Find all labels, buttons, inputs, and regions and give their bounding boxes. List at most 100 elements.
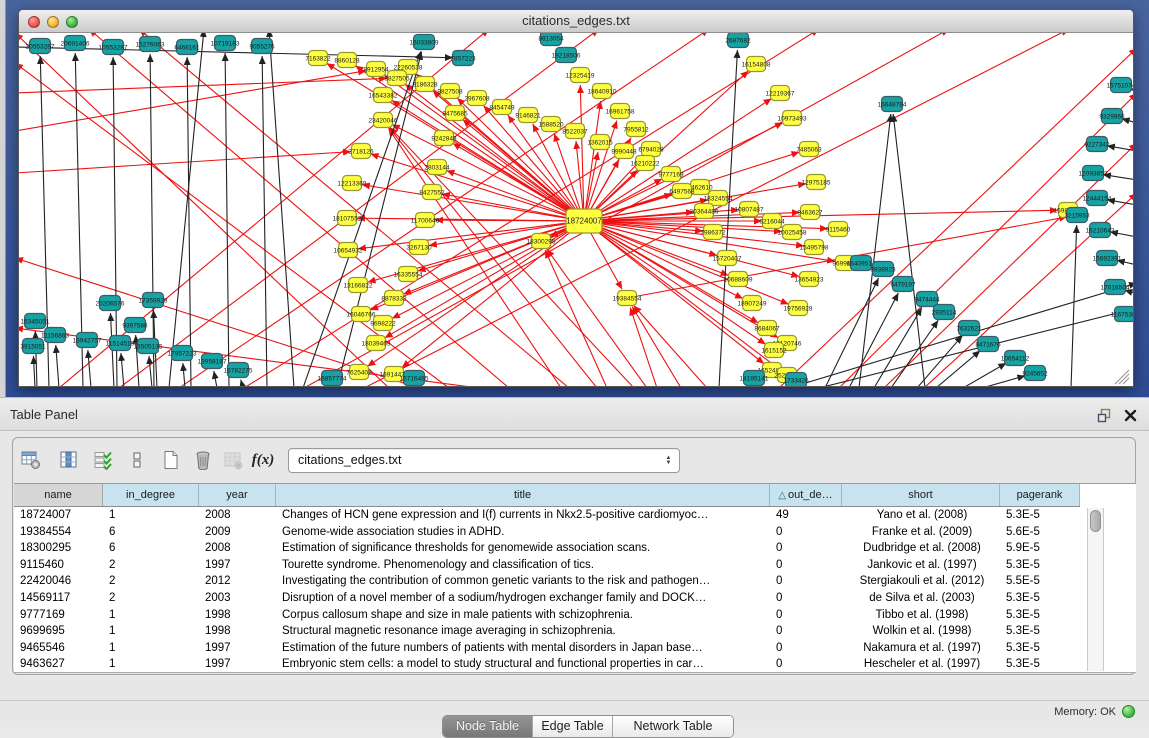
graph-node[interactable]: 20553287 — [26, 39, 55, 54]
graph-node[interactable]: 12219367 — [766, 86, 795, 101]
graph-node[interactable]: 17957223 — [168, 346, 197, 361]
float-window-icon[interactable] — [1095, 406, 1113, 424]
graph-node[interactable]: 9777169 — [658, 167, 684, 182]
graph-node[interactable]: 3915051 — [20, 339, 46, 354]
graph-node[interactable]: 9245652 — [1022, 366, 1048, 381]
vertical-scrollbar[interactable] — [1087, 508, 1104, 671]
graph-node[interactable]: 1733426 — [783, 373, 809, 387]
graph-node[interactable]: 9115460 — [826, 222, 851, 237]
graph-node[interactable]: 13942757 — [73, 333, 102, 348]
graph-node[interactable]: 7485063 — [796, 142, 822, 157]
graph-node[interactable]: 13958187 — [198, 354, 227, 369]
graph-node[interactable]: 8475685 — [442, 106, 468, 121]
graph-node[interactable]: 9990448 — [611, 144, 637, 159]
column-header-short[interactable]: short — [842, 484, 1000, 506]
graph-node[interactable]: 11514519 — [106, 336, 135, 351]
network-canvas[interactable]: 1872400771638228860128891295422260538982… — [19, 33, 1133, 386]
graph-node[interactable]: 9463627 — [797, 205, 823, 220]
graph-node[interactable]: 9329966 — [1099, 109, 1125, 124]
graph-node[interactable]: 16961758 — [606, 104, 635, 119]
graph-node[interactable]: 6466161 — [174, 40, 200, 55]
column-header-out_de[interactable]: △out_de… — [770, 484, 842, 506]
graph-node[interactable]: 7955812 — [623, 122, 649, 137]
graph-node[interactable]: 7857223 — [450, 51, 476, 66]
graph-node[interactable]: 16210222 — [631, 156, 660, 171]
graph-node[interactable]: 15751074 — [1107, 78, 1133, 93]
graph-node[interactable]: 15276063 — [136, 37, 165, 52]
graph-node[interactable]: 8860128 — [334, 53, 360, 68]
graph-node[interactable]: 11675301 — [1111, 307, 1133, 322]
minimize-window-button[interactable] — [47, 16, 59, 28]
graph-node[interactable]: 16857774 — [318, 371, 347, 386]
table-row[interactable]: 1872400712008Changes of HCN gene express… — [14, 507, 1080, 524]
graph-node[interactable]: 14195141 — [740, 371, 769, 386]
table-row[interactable]: 2242004622012Investigating the contribut… — [14, 573, 1080, 590]
table-row[interactable]: 1938455462009Genome-wide association stu… — [14, 524, 1080, 541]
graph-node[interactable]: 1615152 — [761, 343, 787, 358]
graph-node[interactable]: 9146821 — [515, 108, 541, 123]
close-icon[interactable] — [1121, 406, 1139, 424]
graph-node[interactable]: 15720407 — [713, 251, 742, 266]
graph-node[interactable]: 16782275 — [224, 363, 253, 378]
table-selector-dropdown[interactable]: citations_edges.txt ▲▼ — [288, 448, 680, 473]
graph-node[interactable]: 15495798 — [800, 240, 829, 255]
graph-node[interactable]: 9055276 — [249, 39, 275, 54]
window-titlebar[interactable]: citations_edges.txt — [19, 10, 1133, 33]
graph-node[interactable]: 10654112 — [1001, 351, 1030, 366]
column-header-name[interactable]: name — [14, 484, 103, 506]
graph-node[interactable]: 16648784 — [878, 97, 907, 112]
column-visibility-icon[interactable] — [55, 446, 83, 474]
graph-node[interactable]: 9227342 — [1084, 137, 1110, 152]
graph-node[interactable]: 16033809 — [410, 35, 439, 50]
graph-node[interactable]: 2687682 — [725, 33, 751, 48]
graph-node[interactable]: 2967608 — [464, 91, 490, 106]
merge-rows-icon[interactable] — [123, 446, 151, 474]
graph-node[interactable]: 16543382 — [369, 88, 398, 103]
graph-node[interactable]: 13166822 — [344, 278, 373, 293]
graph-node[interactable]: 19218506 — [552, 48, 581, 63]
graph-node[interactable]: 9242848 — [431, 131, 457, 146]
table-row[interactable]: 911546021997Tourette syndrome. Phenomeno… — [14, 557, 1080, 574]
table-row[interactable]: 977716911998Corpus callosum shape and si… — [14, 607, 1080, 624]
graph-node[interactable]: 12325419 — [566, 68, 595, 83]
graph-node[interactable]: 6497568 — [669, 184, 695, 199]
graph-node[interactable]: 6216044 — [759, 214, 785, 229]
graph-node[interactable]: 8878332 — [381, 291, 407, 306]
graph-node[interactable]: 3267130 — [406, 240, 432, 255]
zoom-window-button[interactable] — [66, 16, 78, 28]
graph-node[interactable]: 8938923 — [870, 262, 896, 277]
graph-node[interactable]: 7163822 — [305, 51, 331, 66]
graph-node[interactable]: 9397588 — [122, 318, 148, 333]
graph-node[interactable]: 8813054 — [538, 33, 564, 46]
graph-node[interactable]: 19384554 — [613, 291, 642, 306]
graph-node[interactable]: 16210643 — [1086, 223, 1115, 238]
column-header-in_degree[interactable]: in_degree — [103, 484, 199, 506]
table-settings-icon[interactable] — [17, 446, 45, 474]
graph-node[interactable]: 12975185 — [802, 175, 831, 190]
graph-node[interactable]: 6479197 — [890, 277, 916, 292]
graph-node[interactable]: 12444154 — [1083, 191, 1112, 206]
graph-node[interactable]: 8471676 — [975, 337, 1001, 352]
graph-node[interactable]: 17359928 — [139, 293, 168, 308]
graph-node[interactable]: 9698222 — [370, 316, 396, 331]
graph-node[interactable]: 10688609 — [724, 272, 753, 287]
table-row[interactable]: 946362711997Embryonic stem cells: a mode… — [14, 656, 1080, 673]
close-window-button[interactable] — [28, 16, 40, 28]
graph-node[interactable]: 1362015 — [587, 135, 613, 150]
graph-node[interactable]: 11156863 — [41, 328, 69, 343]
graph-node[interactable]: 20206576 — [96, 296, 125, 311]
column-header-pagerank[interactable]: pagerank — [1000, 484, 1080, 506]
graph-node[interactable]: 3215953 — [1064, 208, 1090, 223]
graph-node[interactable]: 8684067 — [754, 321, 780, 336]
graph-node[interactable]: 16345051 — [21, 314, 50, 329]
graph-node[interactable]: 17016504 — [1101, 280, 1130, 295]
table-row[interactable]: 1830029562008Estimation of significance … — [14, 540, 1080, 557]
graph-node[interactable]: 8522037 — [562, 124, 588, 139]
row-select-icon[interactable] — [89, 446, 117, 474]
graph-node[interactable]: 7632621 — [956, 321, 982, 336]
table-row[interactable]: 969969511998Structural magnetic resonanc… — [14, 623, 1080, 640]
graph-node[interactable]: 16154808 — [742, 57, 771, 72]
graph-node[interactable]: 15716485 — [400, 371, 429, 386]
graph-node[interactable]: 2803144 — [424, 160, 450, 175]
import-table-icon[interactable] — [219, 446, 247, 474]
